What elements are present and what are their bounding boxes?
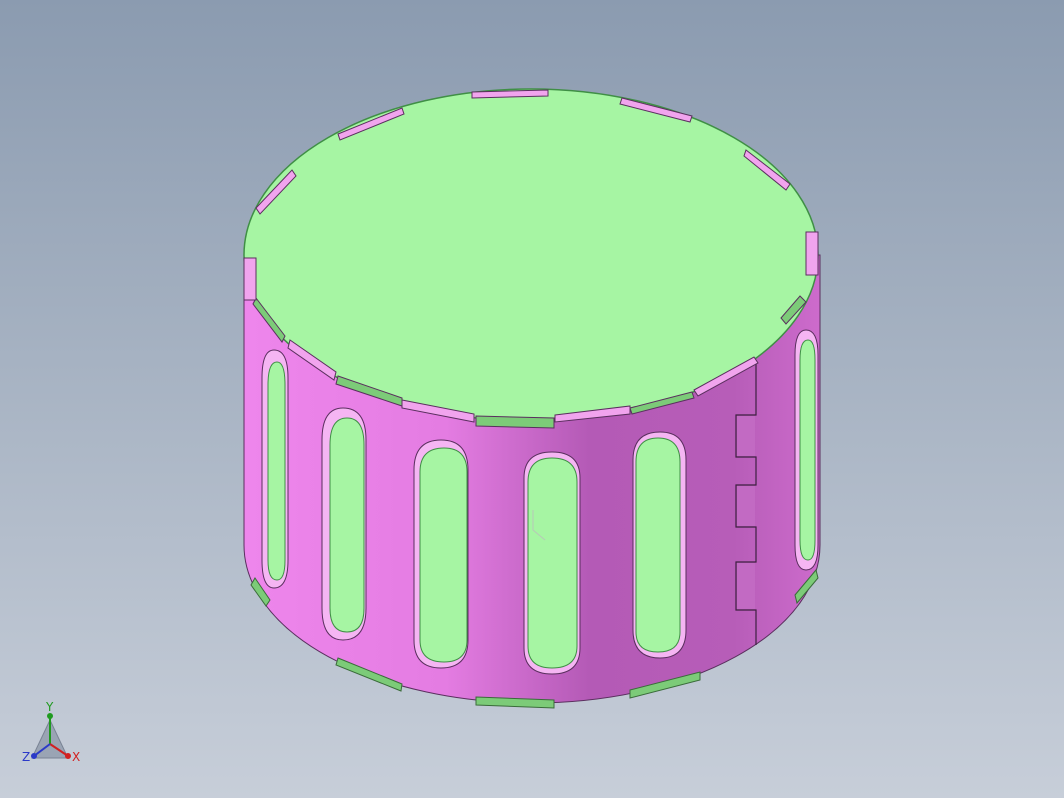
x-axis-label: X (72, 750, 80, 764)
slot-6 (794, 329, 819, 571)
slot-5 (632, 431, 687, 659)
x-axis-tip (65, 753, 71, 759)
z-axis-label: Z (22, 750, 30, 764)
slot-4 (523, 451, 581, 675)
slot-1 (261, 349, 289, 589)
z-axis-tip (31, 753, 37, 759)
y-axis-label: Y (45, 700, 54, 714)
slot-2 (321, 407, 367, 641)
orientation-triad[interactable]: Y X Z (14, 700, 94, 780)
slot-3 (413, 439, 469, 669)
seam-tabs (737, 416, 755, 609)
model-viewport[interactable]: Y X Z (0, 0, 1064, 798)
cylinder-cage-model[interactable] (0, 0, 1064, 798)
